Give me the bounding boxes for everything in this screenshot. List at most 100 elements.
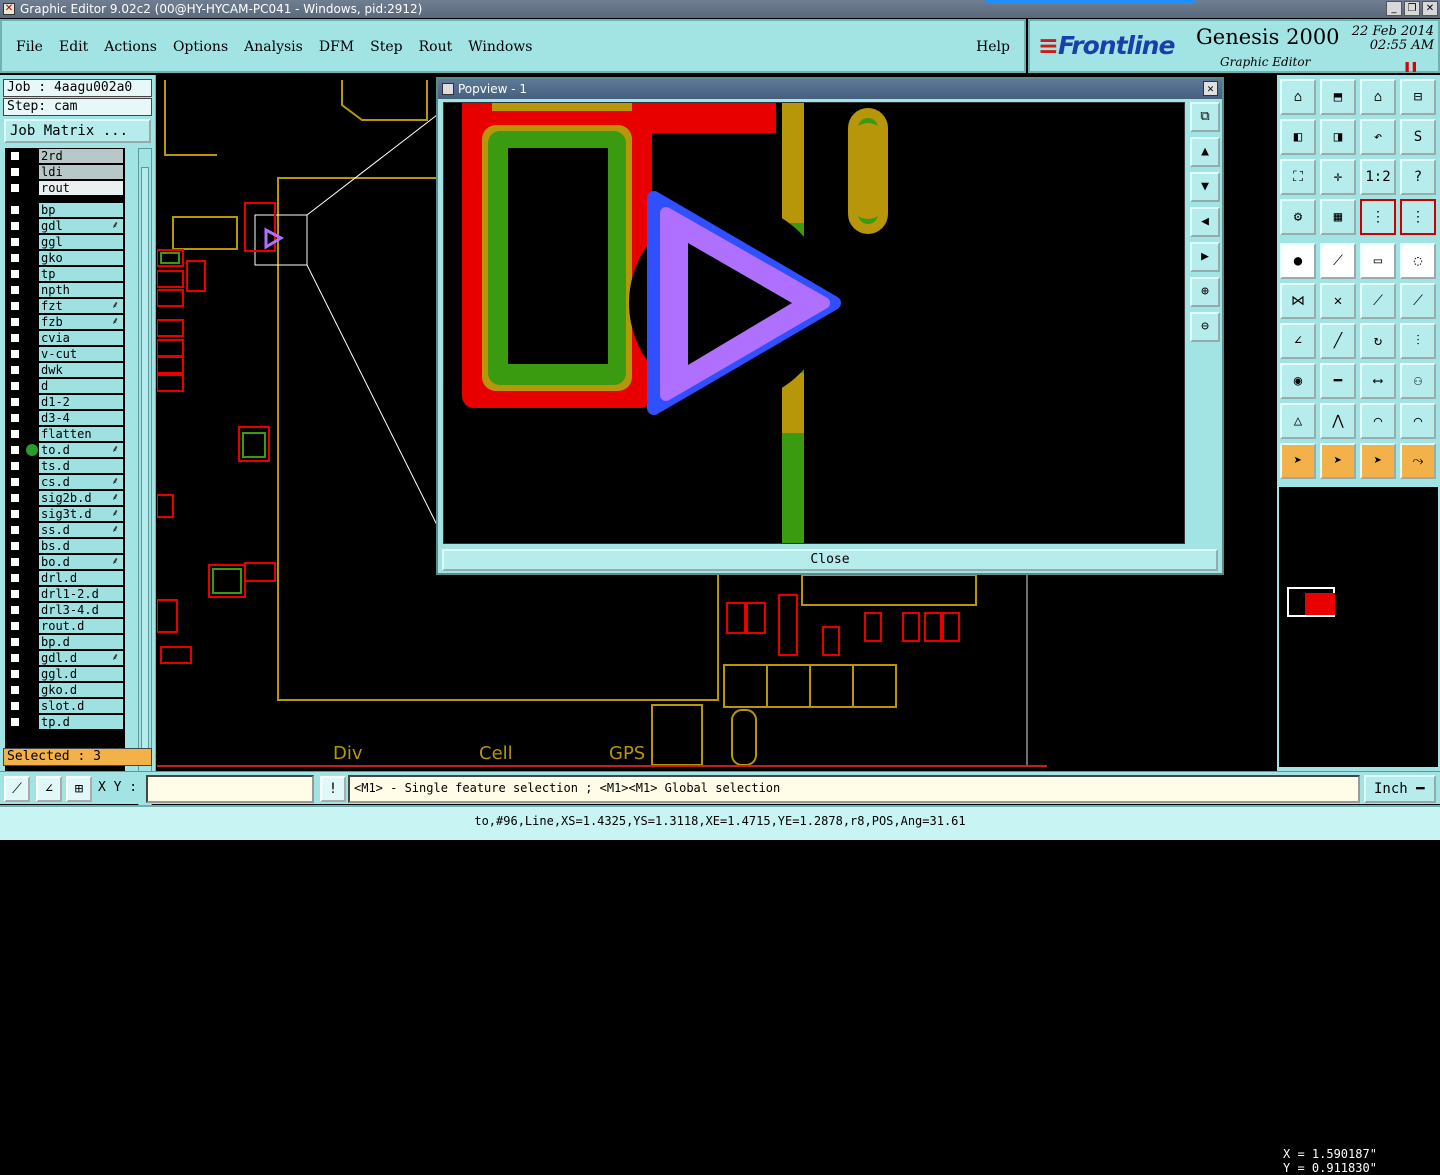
menu-actions[interactable]: Actions [104,39,157,55]
layer-checkbox[interactable] [9,556,21,568]
pointer-box-icon[interactable]: ➤ [1320,443,1356,479]
layer-name[interactable]: to.d ⸙ [39,443,123,457]
color-swatch[interactable] [1287,587,1335,617]
layer-row[interactable]: rout [5,180,125,196]
layer-checkbox[interactable] [9,620,21,632]
layer-name[interactable]: sig2b.d ⸙ [39,491,123,505]
layer-name[interactable]: 2rd [39,149,123,163]
popview-zoom-home-icon[interactable]: ⧉ [1190,102,1220,132]
layer-checkbox[interactable] [9,150,21,162]
layer-row[interactable]: drl3-4.d [5,602,125,618]
layer-name[interactable]: d [39,379,123,393]
layer-row[interactable]: gko [5,250,125,266]
layer-row[interactable]: dwk [5,362,125,378]
layer-checkbox[interactable] [9,348,21,360]
layer-row[interactable]: d1-2 [5,394,125,410]
layer-name[interactable]: sig3t.d ⸙ [39,507,123,521]
layer-checkbox[interactable] [9,380,21,392]
center-icon[interactable]: ✛ [1320,159,1356,195]
layer-name[interactable]: dwk [39,363,123,377]
layer-row[interactable]: tp [5,266,125,282]
undo-icon[interactable]: ↶ [1360,119,1396,155]
line-dot2-icon[interactable]: ⟋ [1400,283,1436,319]
layer-checkbox[interactable] [9,166,21,178]
layer-checkbox[interactable] [9,252,21,264]
menu-rout[interactable]: Rout [419,39,453,55]
layer-checkbox[interactable] [9,412,21,424]
pan-left-icon[interactable]: ◧ [1280,119,1316,155]
layer-name[interactable]: ldi [39,165,123,179]
layer-row[interactable]: drl.d [5,570,125,586]
layer-checkbox[interactable] [9,668,21,680]
home-icon[interactable]: ⌂ [1360,79,1396,115]
layer-name[interactable]: flatten [39,427,123,441]
layer-row[interactable]: ggl.d [5,666,125,682]
popview-pan-up-icon[interactable]: ▲ [1190,137,1220,167]
snap-icon[interactable]: ⟋ [4,776,30,802]
menu-file[interactable]: File [16,39,43,55]
arch-cut-icon[interactable]: ⌒ [1400,403,1436,439]
layer-checkbox[interactable] [9,572,21,584]
scrollbar-thumb[interactable] [141,167,149,757]
layers-red2-icon[interactable]: ⋮ [1400,199,1436,235]
layer-name[interactable]: fzt ⸙ [39,299,123,313]
layer-name[interactable]: gko.d [39,683,123,697]
popview-zoom-out-icon[interactable]: ⊖ [1190,312,1220,342]
layer-row[interactable]: ggl [5,234,125,250]
layer-name[interactable]: cvia [39,331,123,345]
menu-step[interactable]: Step [370,39,402,55]
layer-row[interactable]: gdl ⸙ [5,218,125,234]
layer-checkbox[interactable] [9,684,21,696]
measure-icon[interactable]: ⟷ [1360,363,1396,399]
layer-row[interactable]: slot.d [5,698,125,714]
layer-name[interactable]: npth [39,283,123,297]
layer-row[interactable]: rout.d [5,618,125,634]
layer-checkbox[interactable] [9,588,21,600]
menu-edit[interactable]: Edit [59,39,88,55]
popview-pan-right-icon[interactable]: ▶ [1190,242,1220,272]
layer-name[interactable]: drl.d [39,571,123,585]
layer-name[interactable]: rout [39,181,123,195]
layer-name[interactable]: d1-2 [39,395,123,409]
layer-row[interactable]: to.d ⸙ [5,442,125,458]
layer-row[interactable]: fzb ⸙ [5,314,125,330]
layer-name[interactable]: gdl.d ⸙ [39,651,123,665]
layer-row[interactable]: 2rd [5,148,125,164]
layer-row[interactable]: flatten [5,426,125,442]
layer-checkbox[interactable] [9,700,21,712]
popview-canvas[interactable] [443,102,1185,544]
pointer-icon[interactable]: ➤ [1280,443,1316,479]
menu-dfm[interactable]: DFM [319,39,354,55]
layer-name[interactable]: v-cut [39,347,123,361]
xy-input[interactable] [146,775,314,803]
layer-checkbox[interactable] [9,182,21,194]
layer-checkbox[interactable] [9,284,21,296]
layer-checkbox[interactable] [9,652,21,664]
layer-row[interactable]: v-cut [5,346,125,362]
menu-options[interactable]: Options [173,39,228,55]
minimize-button[interactable]: _ [1386,1,1402,16]
layer-checkbox[interactable] [9,332,21,344]
layer-checkbox[interactable] [9,220,21,232]
line-dot-icon[interactable]: ⟋ [1360,283,1396,319]
layer-row[interactable]: bp [5,202,125,218]
dotted-circle-icon[interactable]: ◌ [1400,243,1436,279]
layer-name[interactable]: bp.d [39,635,123,649]
pan-right-icon[interactable]: ◨ [1320,119,1356,155]
arch-icon[interactable]: ⌒ [1360,403,1396,439]
menu-analysis[interactable]: Analysis [244,39,303,55]
layer-row[interactable]: cvia [5,330,125,346]
layer-checkbox[interactable] [9,428,21,440]
layer-row[interactable]: ldi [5,164,125,180]
s-curve-icon[interactable]: S [1400,119,1436,155]
cross-icon[interactable]: ✕ [1320,283,1356,319]
popview-zoom-in-icon[interactable]: ⊕ [1190,277,1220,307]
layer-row[interactable]: tp.d [5,714,125,730]
help-icon[interactable]: ? [1400,159,1436,195]
grid-icon[interactable]: ▦ [1320,199,1356,235]
layer-checkbox[interactable] [9,476,21,488]
layer-checkbox[interactable] [9,204,21,216]
layer-row[interactable]: gko.d [5,682,125,698]
layer-row[interactable]: d [5,378,125,394]
layer-row[interactable]: fzt ⸙ [5,298,125,314]
